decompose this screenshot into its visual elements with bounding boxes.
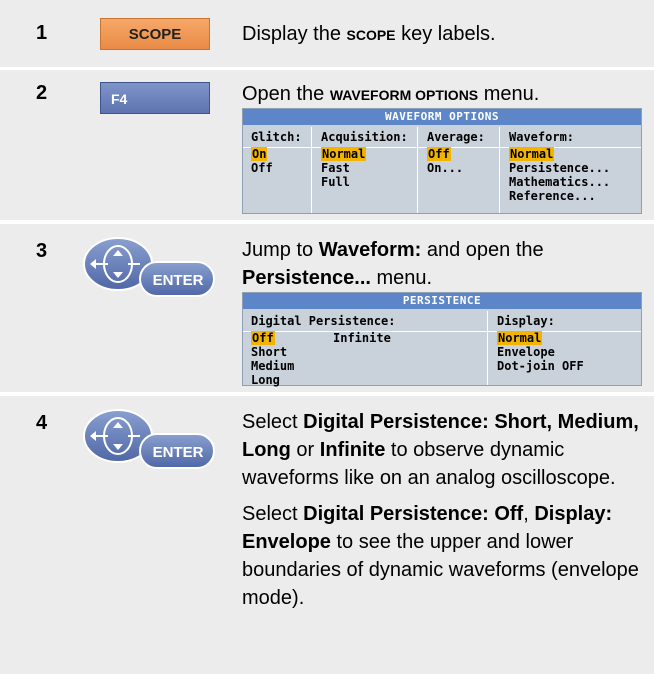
step-row-1: 1 SCOPE Display the SCOPE key labels.: [0, 0, 654, 67]
step-row-3: 3 ENTER Jump to Waveform: and open the P…: [0, 224, 654, 392]
step-number: 1: [36, 22, 48, 44]
persistence-infinite-option[interactable]: Infinite: [333, 331, 391, 345]
waveform-options-menu: WAVEFORM OPTIONS Glitch: On Off Acquisit…: [242, 108, 642, 214]
persistence-off-option[interactable]: Off: [251, 331, 275, 345]
step-number: 2: [36, 82, 48, 104]
f4-key[interactable]: F4: [100, 82, 210, 114]
display-column: Display: Normal Envelope Dot-join OFF: [497, 314, 584, 373]
glitch-column: Glitch: On Off: [251, 130, 302, 175]
display-dot-join-option[interactable]: Dot-join OFF: [497, 359, 584, 373]
acquisition-column: Acquisition: Normal Fast Full: [321, 130, 408, 189]
glitch-off-option[interactable]: Off: [251, 161, 302, 175]
waveform-mathematics-option[interactable]: Mathematics...: [509, 175, 610, 189]
persistence-menu: PERSISTENCE Digital Persistence: Off Sho…: [242, 292, 642, 387]
step-number: 3: [36, 240, 48, 262]
step-number: 4: [36, 412, 48, 434]
arrow-keys-enter-icon[interactable]: ENTER: [78, 236, 218, 300]
glitch-on-option[interactable]: On: [251, 147, 268, 161]
menu-title: WAVEFORM OPTIONS: [243, 109, 641, 125]
waveform-column: Waveform: Normal Persistence... Mathemat…: [509, 130, 611, 203]
step-description: Display the SCOPE key labels.: [242, 23, 496, 45]
paragraph-1: Select Digital Persistence: Short, Mediu…: [242, 411, 639, 489]
step-description: Select Digital Persistence: Short, Mediu…: [242, 408, 642, 612]
step-row-4: 4 ENTER Select Digital Persistence: Shor…: [0, 396, 654, 674]
waveform-normal-option[interactable]: Normal: [509, 147, 555, 161]
display-normal-option[interactable]: Normal: [497, 331, 543, 345]
menu-title: PERSISTENCE: [243, 293, 641, 309]
average-column: Average: Off On...: [427, 130, 485, 175]
enter-key-label: ENTER: [153, 272, 204, 289]
step-description: Open the WAVEFORM OPTIONS menu.: [242, 83, 540, 105]
step-description: Jump to Waveform: and open the Persisten…: [242, 239, 544, 289]
average-off-option[interactable]: Off: [427, 147, 451, 161]
average-on-option[interactable]: On...: [427, 161, 485, 175]
display-envelope-option[interactable]: Envelope: [497, 345, 584, 359]
acquisition-normal-option[interactable]: Normal: [321, 147, 367, 161]
acquisition-fast-option[interactable]: Fast: [321, 161, 408, 175]
waveform-persistence-option[interactable]: Persistence...: [509, 161, 610, 175]
acquisition-full-option[interactable]: Full: [321, 175, 408, 189]
scope-key[interactable]: SCOPE: [100, 18, 210, 50]
waveform-reference-option[interactable]: Reference...: [509, 189, 610, 203]
step-row-2: 2 F4 Open the WAVEFORM OPTIONS menu. WAV…: [0, 70, 654, 220]
enter-key-label: ENTER: [153, 444, 204, 461]
infinite-column: Infinite: [333, 311, 391, 385]
arrow-keys-enter-icon[interactable]: ENTER: [78, 408, 218, 472]
paragraph-2: Select Digital Persistence: Off, Display…: [242, 503, 639, 609]
